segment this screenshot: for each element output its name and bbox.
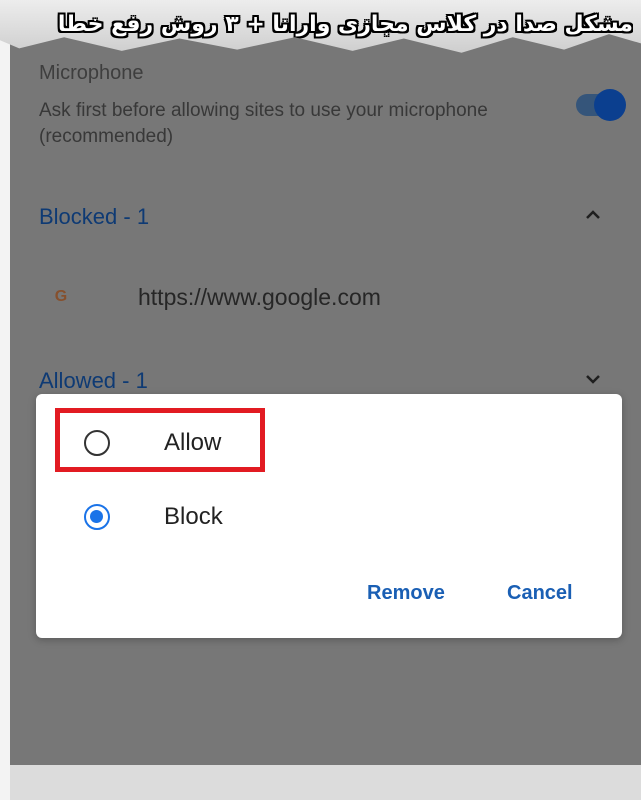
option-block[interactable]: Block — [36, 487, 622, 547]
bottom-bar — [10, 765, 641, 800]
blocked-site-url[interactable]: https://www.google.com — [138, 284, 381, 311]
radio-checked-icon[interactable] — [84, 504, 110, 530]
remove-button[interactable]: Remove — [367, 582, 445, 605]
permission-dialog: Allow Block Remove Cancel — [36, 394, 622, 638]
highlight-annotation-box — [55, 408, 265, 472]
blocked-section-label[interactable]: Blocked - 1 — [39, 204, 149, 230]
microphone-toggle[interactable] — [594, 89, 626, 121]
microphone-title: Microphone — [39, 62, 144, 84]
settings-screen: Microphone Ask first before allowing sit… — [10, 0, 641, 765]
google-favicon-icon: G — [54, 288, 68, 305]
chevron-down-icon[interactable] — [582, 368, 604, 390]
chevron-up-icon[interactable] — [582, 204, 604, 226]
microphone-description: Ask first before allowing sites to use y… — [39, 100, 488, 147]
option-block-label: Block — [164, 503, 223, 530]
left-border-strip — [0, 0, 10, 800]
cancel-button[interactable]: Cancel — [507, 582, 573, 605]
allowed-section-label[interactable]: Allowed - 1 — [39, 368, 148, 394]
